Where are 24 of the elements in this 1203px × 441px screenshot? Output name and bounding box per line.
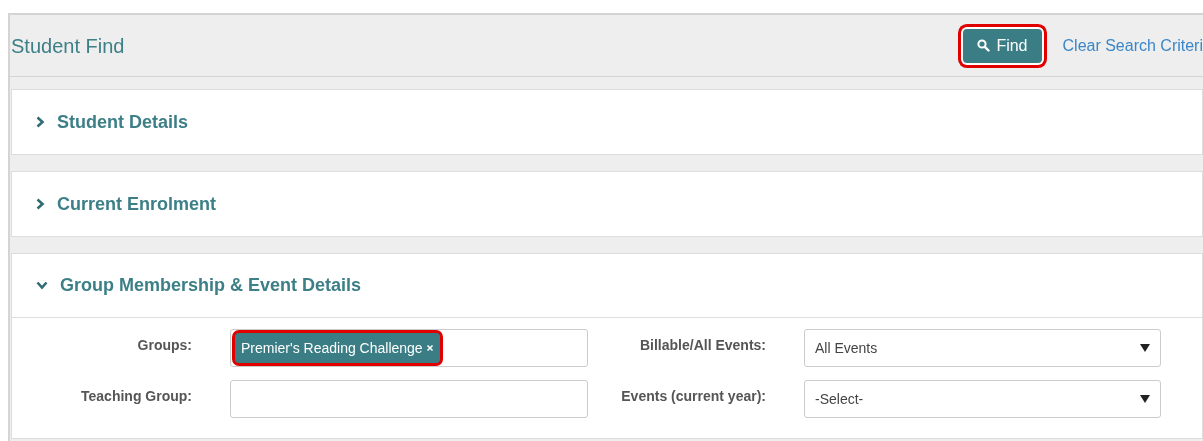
section-title: Current Enrolment	[57, 192, 216, 216]
dropdown-arrow-icon	[1140, 344, 1150, 352]
search-icon	[977, 39, 991, 52]
chevron-down-icon	[36, 281, 48, 290]
clear-search-link[interactable]: Clear Search Criteri	[1062, 33, 1203, 58]
field-label: Teaching Group:	[80, 387, 192, 406]
section-header[interactable]: Current Enrolment	[12, 172, 1202, 236]
field-label: Groups:	[136, 336, 192, 355]
section-title: Group Membership & Event Details	[60, 274, 362, 297]
dropdown-arrow-icon	[1140, 395, 1150, 403]
section-title: Student Details	[57, 110, 189, 134]
chevron-right-icon	[36, 198, 45, 210]
select-field[interactable]: -Select-	[804, 380, 1161, 418]
section-header[interactable]: Group Membership & Event Details	[12, 254, 1202, 318]
page-title: Student Find	[11, 33, 126, 59]
select-field[interactable]: All Events	[804, 329, 1161, 367]
input-field[interactable]	[230, 380, 588, 418]
remove-icon[interactable]	[425, 344, 434, 352]
group-tag: Premier's Reading Challenge	[235, 333, 440, 363]
field-label: Billable/All Events:	[638, 336, 766, 355]
section-header[interactable]: Student Details	[12, 90, 1202, 154]
field-label: Events (current year):	[620, 387, 766, 406]
tag-input-field[interactable]: Premier's Reading Challenge	[230, 329, 588, 367]
chevron-right-icon	[36, 116, 45, 128]
